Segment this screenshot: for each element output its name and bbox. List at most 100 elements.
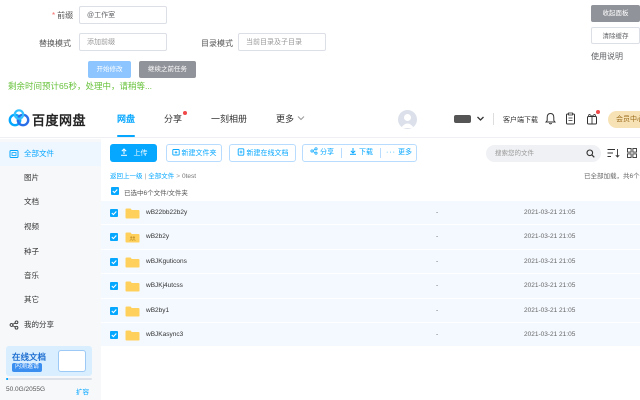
sidebar-item-label: 音乐 [24, 271, 39, 280]
help-link[interactable]: 使用说明 [591, 51, 623, 62]
sidebar-item-videos[interactable]: 视频 [0, 215, 101, 239]
download-button[interactable]: 下载 [342, 145, 380, 161]
collapse-panel-button[interactable]: 收起面板 [591, 5, 640, 22]
gift-icon[interactable] [586, 112, 598, 125]
file-name[interactable]: wBJKasync3 [146, 331, 183, 338]
grid-view-icon[interactable] [627, 148, 637, 158]
folder-icon [125, 306, 140, 317]
storage-progress-bar [6, 378, 92, 380]
sidebar-item-label: 图片 [24, 173, 39, 182]
promo-tag: 内测邀请 [12, 363, 43, 372]
required-mark: * [52, 11, 56, 20]
status-text: 剩余时间预计65秒，处理中，请稍等... [8, 81, 153, 91]
row-checkbox[interactable] [110, 209, 118, 217]
row-checkbox[interactable] [110, 330, 118, 339]
download-label: 下载 [359, 149, 373, 156]
vip-badge [454, 115, 471, 123]
file-name[interactable]: wB2b2y [146, 233, 169, 240]
account-chevron-down-icon[interactable] [476, 114, 485, 123]
file-size: - [436, 330, 439, 338]
sidebar-item-other[interactable]: 其它 [0, 288, 101, 312]
doc-illustration-icon [58, 350, 86, 372]
baidu-netdisk-logo-icon [8, 109, 30, 127]
sidebar-item-torrents[interactable]: 种子 [0, 240, 101, 264]
sidebar-item-images[interactable]: 图片 [0, 166, 101, 190]
chevron-down-icon [297, 116, 305, 121]
nav-share[interactable]: 分享 [164, 100, 182, 138]
table-row[interactable]: wB22bb22b2y - 2021-03-21 21:05 [101, 201, 640, 226]
nav-netdisk[interactable]: 网盘 [117, 100, 135, 138]
sidebar-item-docs[interactable]: 文档 [0, 190, 101, 214]
sidebar-item-music[interactable]: 音乐 [0, 264, 101, 288]
table-row[interactable]: wBJKasync3 - 2021-03-21 21:05 [101, 322, 640, 348]
storage-usage-text: 50.0G/2055G [6, 386, 46, 393]
nav-more[interactable]: 更多 [276, 100, 294, 138]
client-download-link[interactable]: 客户端下载 [503, 115, 538, 125]
expand-storage-link[interactable]: 扩容 [76, 386, 89, 396]
download-icon [350, 148, 356, 155]
share-notification-dot [183, 111, 187, 115]
row-checkbox[interactable] [110, 233, 118, 242]
table-row[interactable]: wB2b2y - 2021-03-21 21:05 [101, 225, 640, 250]
promo-title: 在线文档 [12, 352, 47, 362]
online-doc-promo[interactable]: 在线文档 内测邀请 [6, 346, 92, 376]
table-row[interactable]: wBJKguticons - 2021-03-21 21:05 [101, 249, 640, 275]
file-size: - [436, 282, 439, 290]
replace-mode-input[interactable] [79, 33, 167, 51]
file-date: 2021-03-21 21:05 [524, 282, 576, 290]
sidebar-item-label: 我的分享 [24, 320, 54, 329]
file-size: - [436, 233, 439, 241]
clipboard-icon[interactable] [565, 112, 576, 125]
search-input[interactable] [486, 145, 601, 162]
file-name[interactable]: wBJKguticons [146, 258, 187, 265]
prefix-input[interactable] [79, 6, 167, 24]
breadcrumb-all-files[interactable]: 全部文件 [148, 173, 174, 180]
dir-mode-label: 目录模式 [201, 39, 233, 48]
sidebar-item-all-files[interactable]: 全部文件 [0, 142, 101, 166]
select-all-checkbox[interactable] [111, 187, 119, 195]
more-dots-icon: ··· [386, 149, 396, 156]
folder-outline-icon [9, 150, 19, 158]
file-name[interactable]: wBJKj4utcss [146, 282, 183, 289]
file-size: - [436, 209, 439, 216]
nav-active-underline [117, 135, 135, 137]
bell-icon[interactable] [545, 112, 556, 125]
breadcrumb-back[interactable]: 返回上一级 [110, 173, 143, 180]
clear-cache-button[interactable]: 清除缓存 [591, 27, 640, 44]
continue-task-button[interactable]: 继续之前任务 [139, 61, 196, 78]
table-row[interactable]: wB2by1 - 2021-03-21 21:05 [101, 298, 640, 323]
new-folder-button[interactable]: 新建文件夹 [166, 144, 222, 162]
storage-progress-fill [6, 378, 9, 380]
selection-count: 已选中6个文件/文件夹 [124, 190, 188, 197]
share-button[interactable]: 分享 [303, 145, 341, 161]
action-button-group: 分享 下载 ··· 更多 [302, 144, 417, 162]
table-row[interactable]: wBJKj4utcss - 2021-03-21 21:05 [101, 274, 640, 299]
member-center-button[interactable]: 会员中心 [608, 111, 640, 128]
breadcrumb: 返回上一级 | 全部文件 >0test [110, 170, 196, 180]
share-icon [9, 320, 19, 330]
file-name[interactable]: wB22bb22b2y [146, 209, 187, 216]
folder-icon [125, 208, 140, 219]
row-checkbox[interactable] [110, 282, 118, 291]
more-button[interactable]: ··· 更多 [381, 145, 417, 161]
avatar[interactable] [398, 110, 417, 129]
sidebar-item-label: 种子 [24, 247, 39, 256]
row-checkbox[interactable] [110, 257, 118, 266]
file-date: 2021-03-21 21:05 [524, 306, 576, 314]
new-online-doc-button[interactable]: 新建在线文档 [229, 144, 296, 162]
shared-folder-icon [125, 232, 140, 243]
dir-mode-input[interactable] [238, 33, 326, 51]
sidebar-item-my-shares[interactable]: 我的分享 [0, 313, 101, 337]
nav-album[interactable]: 一刻相册 [211, 100, 247, 138]
breadcrumb-separator: > [176, 173, 180, 180]
row-checkbox[interactable] [110, 306, 118, 315]
share-label: 分享 [320, 149, 334, 156]
start-button[interactable]: 开始修改 [88, 61, 131, 78]
folder-icon [125, 281, 140, 292]
file-name[interactable]: wB2by1 [146, 307, 169, 314]
netdisk-header [0, 100, 640, 138]
upload-button[interactable]: 上传 [110, 144, 157, 162]
search-icon[interactable] [586, 149, 595, 158]
sort-icon[interactable] [607, 148, 620, 158]
file-list: wB22bb22b2y - 2021-03-21 21:05 wB2b2y - 2021-… [101, 201, 640, 348]
